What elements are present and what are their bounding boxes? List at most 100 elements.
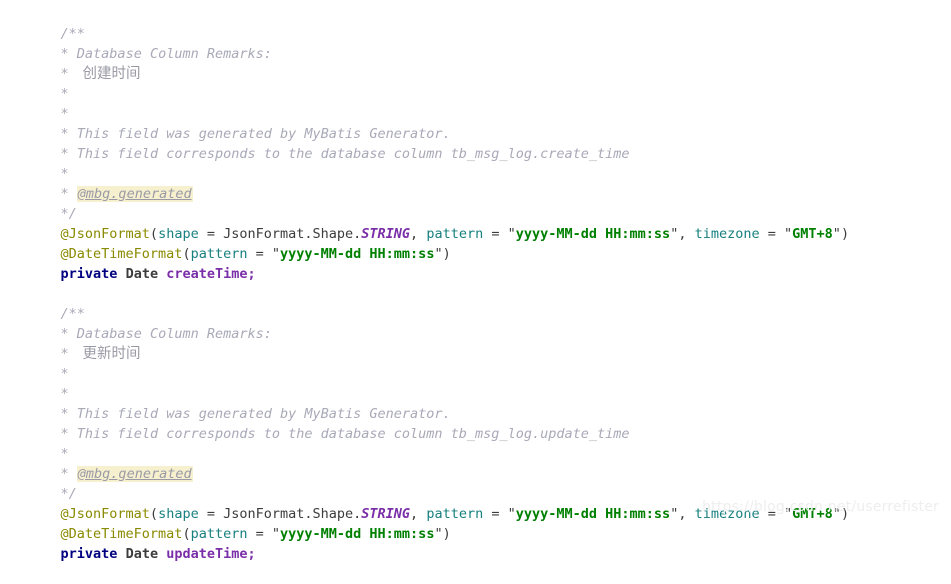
javadoc-star: * (60, 366, 69, 382)
javadoc-tag-line: * @mbg.generated (0, 164, 951, 202)
quote-close: " (434, 526, 443, 542)
pattern-string-value: yyyy-MM-dd HH:mm:ss (280, 526, 435, 542)
timezone-string-value: GMT+8 (792, 226, 833, 242)
javadoc-remarks-value: 更新时间 (69, 346, 141, 362)
javadoc-star: * (60, 326, 69, 342)
pattern-string-value: yyyy-MM-dd HH:mm:ss (515, 226, 671, 242)
javadoc-open: /** (60, 306, 85, 322)
modifier-keyword: private (60, 266, 118, 282)
quote-open: " (784, 226, 793, 242)
arg-key-timezone: timezone (694, 226, 760, 242)
javadoc-star: * (60, 166, 69, 182)
quote-open: " (271, 246, 281, 262)
arg-key-pattern: pattern (426, 506, 484, 522)
arg-key-shape: shape (158, 226, 199, 242)
equals-sign: = (247, 526, 272, 542)
quote-open: " (507, 226, 516, 242)
javadoc-open-line: /** (0, 284, 951, 322)
watermark: https://blog.csdn.net/userrefister (702, 499, 939, 515)
date-time-format-annotation-name[interactable]: @DateTimeFormat (61, 246, 183, 262)
javadoc-remarks-label-line: * Database Column Remarks: (0, 304, 951, 342)
field-name[interactable]: createTime (166, 266, 247, 282)
javadoc-tag-line: * @mbg.generated (0, 444, 951, 482)
paren-open: ( (149, 226, 159, 242)
javadoc-star: * (60, 186, 69, 202)
paren-close: ) (442, 246, 451, 262)
javadoc-star: * (60, 146, 69, 162)
javadoc-spacer-line: * (0, 364, 951, 402)
json-format-annotation-name[interactable]: @JsonFormat (61, 226, 150, 242)
javadoc-remarks-label-line: * Database Column Remarks: (0, 24, 951, 62)
mbg-generated-tag: @mbg.generated (76, 466, 193, 482)
javadoc-spacer-line: * (0, 84, 951, 122)
javadoc-corresponds-to: This field corresponds to the database c… (69, 146, 630, 162)
mbg-generated-tag: @mbg.generated (76, 186, 193, 202)
javadoc-open-line: /** (0, 4, 951, 42)
javadoc-remarks-label: Database Column Remarks: (69, 326, 272, 342)
equals-sign: = (247, 246, 272, 262)
arg-key-shape: shape (158, 506, 199, 522)
date-time-format-annotation-name[interactable]: @DateTimeFormat (61, 526, 183, 542)
javadoc-star: * (60, 406, 69, 422)
javadoc-generated-by: This field was generated by MyBatis Gene… (69, 126, 451, 142)
arg-key-pattern: pattern (426, 226, 484, 242)
pattern-string-value: yyyy-MM-dd HH:mm:ss (280, 246, 435, 262)
paren-close: ) (442, 526, 451, 542)
quote-close: " (832, 226, 841, 242)
equals-sign: = (483, 226, 508, 242)
javadoc-star: * (60, 466, 69, 482)
shape-qualifier: JsonFormat.Shape. (223, 506, 362, 522)
field-type: Date (125, 266, 159, 282)
json-format-annotation-line[interactable]: @JsonFormat(shape = JsonFormat.Shape.STR… (0, 204, 951, 242)
javadoc-star: * (60, 386, 69, 402)
paren-open: ( (149, 506, 159, 522)
paren-close: ) (840, 226, 850, 242)
shape-constant: STRING (361, 506, 411, 522)
arg-key-pattern: pattern (190, 526, 248, 542)
field-type: Date (125, 546, 159, 562)
paren-open: ( (182, 246, 191, 262)
comma-1: , (410, 226, 427, 242)
javadoc-open: /** (60, 26, 85, 42)
corresponds-to-text: This field corresponds to the database c… (76, 146, 630, 162)
corresponds-to-text: This field corresponds to the database c… (76, 426, 630, 442)
comma-2: , (678, 226, 695, 242)
javadoc-generated-by-line: * This field was generated by MyBatis Ge… (0, 104, 951, 142)
json-format-annotation-name[interactable]: @JsonFormat (61, 506, 150, 522)
statement-terminator: ; (247, 266, 256, 282)
remarks-value-text: 创建时间 (82, 66, 141, 82)
javadoc-empty-line: * (0, 64, 951, 102)
quote-open: " (507, 506, 516, 522)
equals-sign: = (483, 506, 508, 522)
javadoc-star: * (60, 426, 69, 442)
javadoc-star: * (60, 106, 69, 122)
javadoc-generated-by-line: * This field was generated by MyBatis Ge… (0, 384, 951, 422)
code-editor[interactable]: /** * Database Column Remarks: * 创建时间 * … (0, 0, 951, 562)
shape-constant: STRING (361, 226, 411, 242)
javadoc-star: * (60, 86, 69, 102)
javadoc-empty-line: * (0, 344, 951, 382)
javadoc-star: * (60, 66, 69, 82)
equals-sign: = (198, 226, 224, 242)
javadoc-star: * (60, 346, 69, 362)
pattern-string-value: yyyy-MM-dd HH:mm:ss (515, 506, 671, 522)
remarks-label-text: Database Column Remarks: (76, 46, 272, 62)
equals-sign: = (759, 226, 785, 242)
javadoc-close: */ (60, 206, 77, 222)
javadoc-star: * (60, 46, 69, 62)
remarks-label-text: Database Column Remarks: (76, 326, 272, 342)
field-name[interactable]: updateTime (166, 546, 247, 562)
modifier-keyword: private (60, 546, 118, 562)
paren-open: ( (182, 526, 191, 542)
javadoc-corresponds-to: This field corresponds to the database c… (69, 426, 630, 442)
comma-2: , (678, 506, 695, 522)
generated-by-text: This field was generated by MyBatis Gene… (76, 406, 451, 422)
shape-qualifier: JsonFormat.Shape. (223, 226, 362, 242)
quote-close: " (434, 246, 443, 262)
remarks-value-text: 更新时间 (82, 346, 141, 362)
comma-1: , (410, 506, 427, 522)
generated-by-text: This field was generated by MyBatis Gene… (76, 126, 451, 142)
javadoc-generated-by: This field was generated by MyBatis Gene… (69, 406, 451, 422)
javadoc-remarks-label: Database Column Remarks: (69, 46, 272, 62)
equals-sign: = (198, 506, 224, 522)
